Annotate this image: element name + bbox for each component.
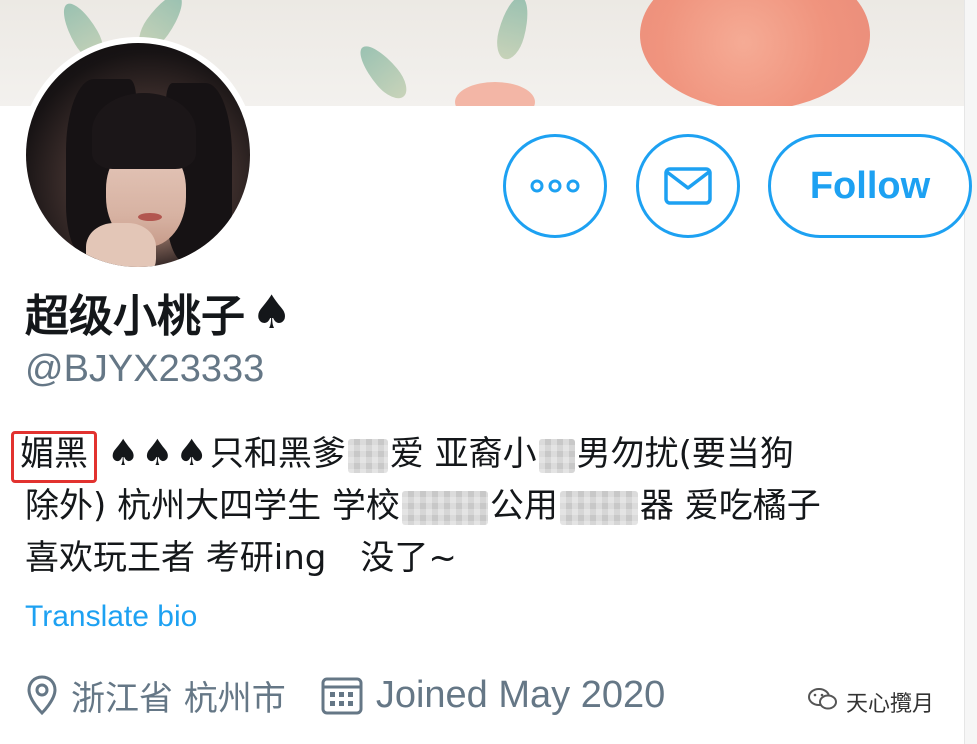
profile-bio: 媚黑 ♠♠♠只和黑爹 爱 亚裔小 男勿扰(要当狗 除外) 杭州大四学生 学校 公用 器 爱…: [11, 428, 965, 584]
calendar-icon: [320, 674, 364, 716]
bio-line-3: 喜欢玩王者 考研ing 没了~: [25, 538, 457, 578]
bio-spades: ♠♠♠: [107, 433, 210, 474]
watermark-text: 天心攬月: [846, 692, 935, 717]
spade-emoji: ♠: [251, 285, 293, 339]
bio-text: 器 爱吃橘子: [639, 486, 821, 526]
bio-line-2: 除外) 杭州大四学生 学校 公用 器 爱吃橘子: [25, 480, 965, 532]
censored-mosaic: [401, 490, 488, 525]
bio-text: 只和黑爹: [209, 434, 346, 474]
banner-leaf: [352, 39, 414, 105]
wechat-icon: [808, 687, 838, 717]
avatar-lips: [138, 213, 162, 221]
right-edge-strip: [964, 0, 977, 744]
user-handle[interactable]: @BJYX23333: [25, 348, 264, 391]
more-options-button[interactable]: [503, 134, 607, 238]
banner-peach: [640, 0, 870, 106]
display-name: 超级小桃子: [25, 291, 245, 342]
avatar-hand: [86, 223, 156, 267]
bio-text: 公用: [489, 486, 558, 526]
bio-line-1: 媚黑 ♠♠♠只和黑爹 爱 亚裔小 男勿扰(要当狗: [11, 428, 965, 483]
highlighted-word-box: 媚黑: [11, 431, 97, 483]
message-button[interactable]: [636, 134, 740, 238]
banner-peach: [455, 82, 535, 106]
location-text: 浙江省 杭州市: [71, 678, 286, 719]
joined-date: Joined May 2020: [375, 673, 666, 716]
censored-mosaic: [559, 490, 638, 525]
location-pin-icon: [25, 674, 59, 716]
profile-meta: 浙江省 杭州市 Joined May 2020: [25, 668, 665, 722]
mail-icon: [664, 167, 712, 205]
censored-mosaic: [347, 438, 388, 473]
avatar[interactable]: [26, 43, 250, 267]
watermark: 天心攬月: [808, 686, 934, 718]
translate-bio-link[interactable]: Translate bio: [25, 600, 197, 634]
bio-text: 除外) 杭州大四学生 学校: [25, 486, 400, 526]
display-name-row: 超级小桃子 ♠: [25, 282, 292, 342]
avatar-bangs: [92, 93, 196, 169]
bio-text: 爱 亚裔小: [389, 434, 537, 474]
bio-text: 男勿扰(要当狗: [576, 434, 794, 474]
follow-button[interactable]: Follow: [768, 134, 972, 238]
banner-leaf: [492, 0, 534, 63]
censored-mosaic: [538, 438, 575, 473]
more-dots-icon: [530, 179, 580, 193]
